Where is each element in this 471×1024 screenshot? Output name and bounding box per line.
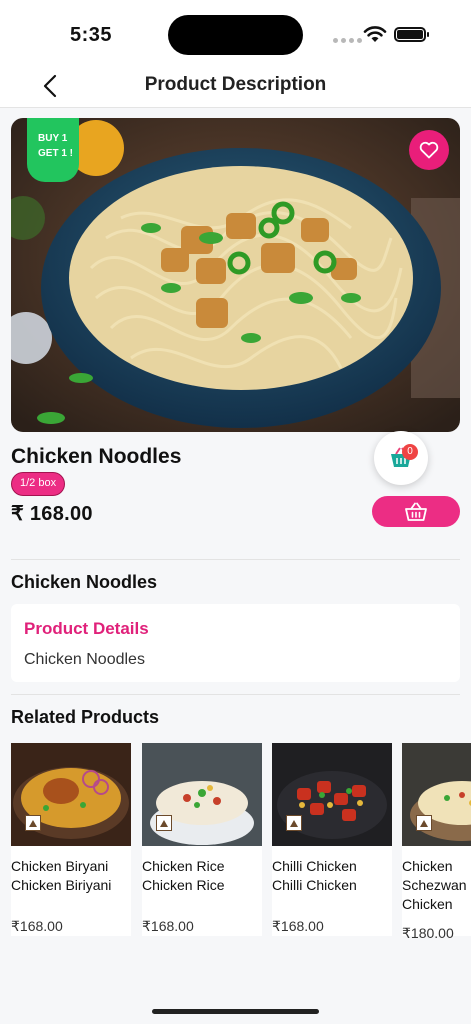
product-details-card: Product Details Chicken Noodles (11, 604, 460, 682)
product-subtitle: Chilli Chicken (272, 877, 357, 893)
battery-icon (394, 27, 429, 42)
dynamic-island (168, 15, 303, 55)
product-subtitle-2: Chicken (402, 896, 453, 912)
related-product-card[interactable]: Chicken Schezwan Chicken ₹180.00 (402, 743, 471, 941)
veg-mark-icon (286, 815, 302, 831)
offer-line1: BUY 1 (38, 133, 68, 144)
status-bar: 5:35 (0, 0, 471, 64)
product-title: Chilli Chicken (272, 858, 357, 874)
related-products-title: Related Products (11, 707, 160, 727)
product-price: ₹168.00 (142, 918, 194, 934)
product-title: Chicken Biryani (11, 858, 109, 874)
related-product-card[interactable]: Chicken Rice Chicken Rice ₹168.00 (142, 743, 262, 936)
veg-mark-icon (156, 815, 172, 831)
veg-mark-icon (416, 815, 432, 831)
product-thumbnail (11, 743, 131, 846)
product-thumbnail (272, 743, 392, 846)
offer-line2: GET 1 ! (38, 148, 74, 159)
related-product-card[interactable]: Chicken Biryani Chicken Biriyani ₹168.00 (11, 743, 131, 936)
cart-count-badge: 0 (402, 444, 418, 460)
product-price: ₹168.00 (272, 918, 324, 934)
cart-button[interactable]: 0 (374, 431, 428, 485)
offer-badge: BUY 1 GET 1 ! (27, 118, 79, 182)
product-title: Chicken Rice (142, 858, 225, 874)
top-navbar: Product Description (0, 64, 471, 108)
product-price: ₹180.00 (402, 925, 454, 941)
heart-icon (419, 141, 439, 159)
product-thumbnail (142, 743, 262, 846)
basket-icon (405, 502, 427, 521)
page-title: Product Description (144, 74, 327, 95)
product-subtitle: Chicken Rice (142, 877, 225, 893)
favorite-button[interactable] (409, 130, 449, 170)
product-details-heading: Product Details (24, 619, 149, 638)
related-product-card[interactable]: Chilli Chicken Chilli Chicken ₹168.00 (272, 743, 392, 936)
product-subtitle: Schezwan (402, 877, 467, 893)
signal-dots-icon (333, 38, 362, 43)
product-thumbnail (402, 743, 471, 846)
wifi-icon (363, 26, 387, 42)
add-to-basket-button[interactable] (372, 496, 460, 527)
product-title: Chicken (402, 858, 453, 874)
home-indicator[interactable] (152, 1009, 319, 1014)
divider (11, 559, 460, 560)
product-image: BUY 1 GET 1 ! (11, 118, 460, 432)
related-products-list[interactable]: Chicken Biryani Chicken Biriyani ₹168.00… (11, 743, 471, 943)
product-details-text: Chicken Noodles (24, 651, 145, 668)
product-price: ₹168.00 (11, 918, 63, 934)
divider (11, 694, 460, 695)
veg-mark-icon (25, 815, 41, 831)
product-price: ₹ 168.00 (11, 503, 93, 525)
product-subtitle: Chicken Biriyani (11, 877, 112, 893)
quantity-badge: 1/2 box (11, 472, 66, 496)
product-name: Chicken Noodles (11, 445, 182, 468)
status-time: 5:35 (70, 24, 113, 46)
description-title: Chicken Noodles (11, 572, 158, 592)
